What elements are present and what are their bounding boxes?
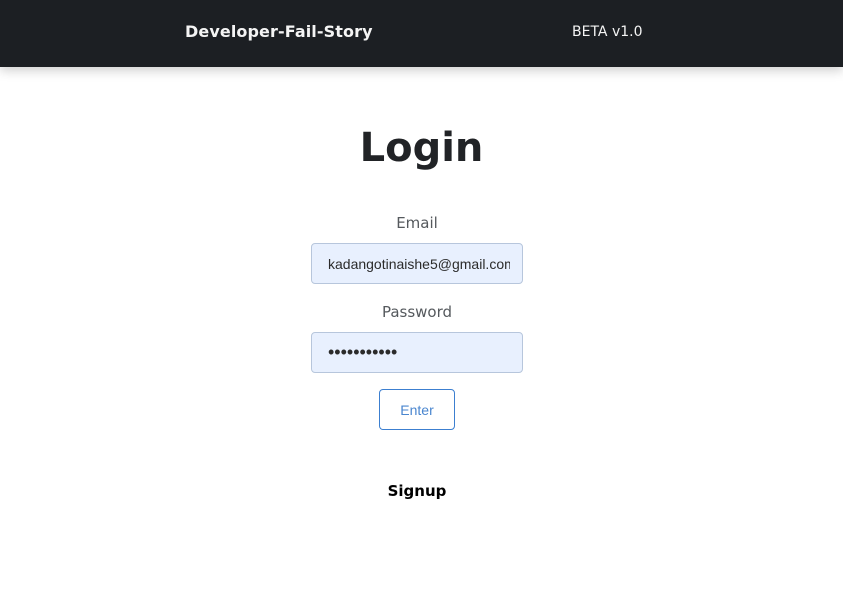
- password-label: Password: [381, 303, 453, 321]
- password-field[interactable]: [311, 332, 523, 373]
- page-title: Login: [359, 125, 484, 171]
- brand-link[interactable]: Developer-Fail-Story: [185, 22, 373, 41]
- email-label: Email: [396, 214, 438, 232]
- signup-link[interactable]: Signup: [0, 481, 834, 501]
- email-field[interactable]: [311, 243, 523, 284]
- version-label: BETA v1.0: [572, 24, 643, 40]
- enter-button[interactable]: Enter: [379, 389, 455, 430]
- top-navbar: Developer-Fail-Story BETA v1.0: [0, 0, 843, 67]
